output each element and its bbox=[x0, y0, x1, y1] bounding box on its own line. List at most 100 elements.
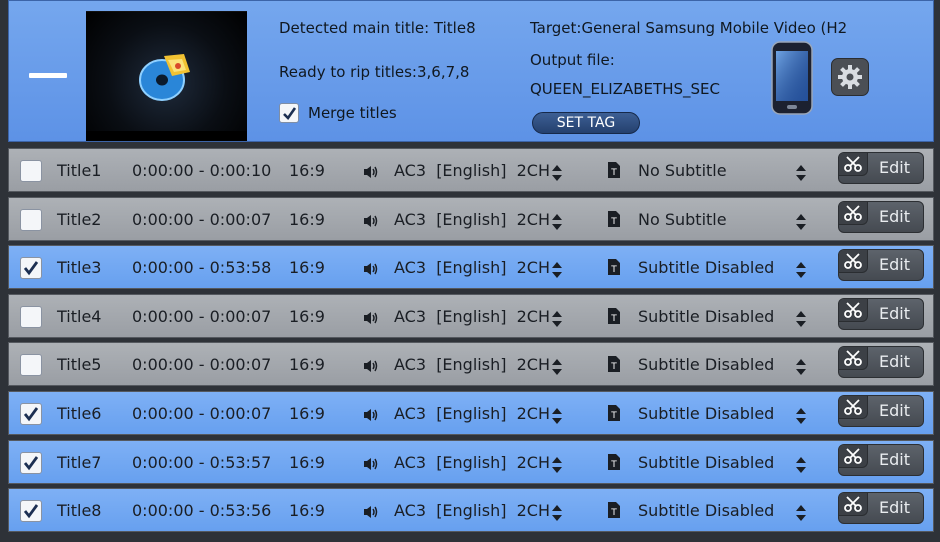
up-down-arrows-icon[interactable] bbox=[552, 359, 562, 379]
up-down-arrows-icon[interactable] bbox=[552, 262, 562, 282]
up-down-arrows-icon[interactable] bbox=[552, 165, 562, 185]
title-thumbnail bbox=[86, 11, 247, 141]
subtitle-icon: T bbox=[607, 307, 621, 329]
title-row-8[interactable]: Title8 0:00:00 - 0:53:56 16:9 AC3 [Engli… bbox=[8, 488, 934, 532]
title-row-7[interactable]: Title7 0:00:00 - 0:53:57 16:9 AC3 [Engli… bbox=[8, 440, 934, 484]
edit-button[interactable]: Edit bbox=[838, 346, 924, 378]
aspect-ratio: 16:9 bbox=[289, 501, 325, 520]
subtitle-track[interactable]: Subtitle Disabled bbox=[638, 355, 774, 374]
edit-button[interactable]: Edit bbox=[838, 298, 924, 330]
scissors-icon bbox=[839, 250, 868, 273]
title-row-5[interactable]: Title5 0:00:00 - 0:00:07 16:9 AC3 [Engli… bbox=[8, 342, 934, 386]
collapse-icon bbox=[29, 73, 67, 78]
up-down-arrows-icon[interactable] bbox=[796, 457, 806, 477]
phone-icon[interactable] bbox=[771, 41, 813, 119]
subtitle-icon: T bbox=[607, 453, 621, 475]
up-down-arrows-icon[interactable] bbox=[796, 408, 806, 428]
subtitle-track[interactable]: No Subtitle bbox=[638, 161, 727, 180]
title-row-6[interactable]: Title6 0:00:00 - 0:00:07 16:9 AC3 [Engli… bbox=[8, 391, 934, 435]
up-down-arrows-icon[interactable] bbox=[552, 214, 562, 234]
up-down-arrows-icon[interactable] bbox=[796, 262, 806, 282]
title-name: Title4 bbox=[57, 307, 102, 326]
edit-button[interactable]: Edit bbox=[838, 395, 924, 427]
subtitle-track[interactable]: Subtitle Disabled bbox=[638, 501, 774, 520]
subtitle-track[interactable]: No Subtitle bbox=[638, 210, 727, 229]
svg-text:T: T bbox=[610, 411, 617, 421]
title-name: Title1 bbox=[57, 161, 102, 180]
title-row-1[interactable]: Title1 0:00:00 - 0:00:10 16:9 AC3 [Engli… bbox=[8, 148, 934, 192]
up-down-arrows-icon[interactable] bbox=[796, 311, 806, 331]
svg-text:T: T bbox=[610, 460, 617, 470]
audio-track[interactable]: AC3 [English] 2CH bbox=[394, 307, 550, 326]
audio-track[interactable]: AC3 [English] 2CH bbox=[394, 501, 550, 520]
edit-label: Edit bbox=[879, 450, 910, 469]
checkmark-icon bbox=[23, 456, 39, 471]
subtitle-icon: T bbox=[607, 210, 621, 232]
edit-label: Edit bbox=[879, 401, 910, 420]
svg-text:T: T bbox=[610, 217, 617, 227]
title-checkbox[interactable] bbox=[20, 354, 42, 376]
collapse-button[interactable] bbox=[27, 57, 67, 93]
audio-track[interactable]: AC3 [English] 2CH bbox=[394, 210, 550, 229]
edit-button[interactable]: Edit bbox=[838, 201, 924, 233]
edit-button[interactable]: Edit bbox=[838, 492, 924, 524]
subtitle-track[interactable]: Subtitle Disabled bbox=[638, 307, 774, 326]
title-checkbox[interactable] bbox=[20, 500, 42, 522]
scissors-icon bbox=[839, 347, 868, 370]
output-file-name[interactable]: QUEEN_ELIZABETHS_SEC bbox=[530, 80, 733, 98]
audio-track[interactable]: AC3 [English] 2CH bbox=[394, 258, 550, 277]
set-tag-button[interactable]: SET TAG bbox=[532, 112, 640, 134]
title-duration: 0:00:00 - 0:00:07 bbox=[132, 307, 272, 326]
subtitle-track[interactable]: Subtitle Disabled bbox=[638, 404, 774, 423]
subtitle-icon: T bbox=[607, 258, 621, 280]
detected-main-title: Detected main title: Title8 bbox=[279, 19, 476, 37]
subtitle-icon: T bbox=[607, 355, 621, 377]
title-checkbox[interactable] bbox=[20, 209, 42, 231]
title-checkbox[interactable] bbox=[20, 452, 42, 474]
subtitle-track[interactable]: Subtitle Disabled bbox=[638, 453, 774, 472]
speaker-icon bbox=[363, 261, 379, 280]
up-down-arrows-icon[interactable] bbox=[552, 457, 562, 477]
merge-titles-checkbox[interactable] bbox=[279, 103, 299, 123]
title-checkbox[interactable] bbox=[20, 306, 42, 328]
title-checkbox[interactable] bbox=[20, 160, 42, 182]
title-row-4[interactable]: Title4 0:00:00 - 0:00:07 16:9 AC3 [Engli… bbox=[8, 294, 934, 338]
settings-button[interactable] bbox=[831, 58, 869, 96]
svg-text:T: T bbox=[610, 508, 617, 518]
aspect-ratio: 16:9 bbox=[289, 453, 325, 472]
title-name: Title8 bbox=[57, 501, 102, 520]
up-down-arrows-icon[interactable] bbox=[552, 311, 562, 331]
edit-button[interactable]: Edit bbox=[838, 152, 924, 184]
audio-track[interactable]: AC3 [English] 2CH bbox=[394, 404, 550, 423]
audio-track[interactable]: AC3 [English] 2CH bbox=[394, 453, 550, 472]
speaker-icon bbox=[363, 358, 379, 377]
title-checkbox[interactable] bbox=[20, 257, 42, 279]
scissors-icon bbox=[839, 202, 868, 225]
speaker-icon bbox=[363, 504, 379, 523]
up-down-arrows-icon[interactable] bbox=[796, 165, 806, 185]
title-name: Title7 bbox=[57, 453, 102, 472]
title-checkbox[interactable] bbox=[20, 403, 42, 425]
edit-button[interactable]: Edit bbox=[838, 249, 924, 281]
up-down-arrows-icon[interactable] bbox=[796, 359, 806, 379]
title-row-3[interactable]: Title3 0:00:00 - 0:53:58 16:9 AC3 [Engli… bbox=[8, 245, 934, 289]
title-row-2[interactable]: Title2 0:00:00 - 0:00:07 16:9 AC3 [Engli… bbox=[8, 197, 934, 241]
target-profile[interactable]: Target:General Samsung Mobile Video (H2 bbox=[530, 19, 847, 37]
audio-track[interactable]: AC3 [English] 2CH bbox=[394, 161, 550, 180]
up-down-arrows-icon[interactable] bbox=[552, 408, 562, 428]
audio-track[interactable]: AC3 [English] 2CH bbox=[394, 355, 550, 374]
svg-text:T: T bbox=[610, 362, 617, 372]
up-down-arrows-icon[interactable] bbox=[796, 505, 806, 525]
scissors-icon bbox=[839, 396, 868, 419]
edit-label: Edit bbox=[879, 498, 910, 517]
up-down-arrows-icon[interactable] bbox=[796, 214, 806, 234]
speaker-icon bbox=[363, 407, 379, 426]
speaker-icon bbox=[363, 310, 379, 329]
title-duration: 0:00:00 - 0:00:10 bbox=[132, 161, 272, 180]
up-down-arrows-icon[interactable] bbox=[552, 505, 562, 525]
svg-text:T: T bbox=[610, 314, 617, 324]
subtitle-track[interactable]: Subtitle Disabled bbox=[638, 258, 774, 277]
edit-label: Edit bbox=[879, 207, 910, 226]
subtitle-icon: T bbox=[607, 161, 621, 183]
edit-button[interactable]: Edit bbox=[838, 444, 924, 476]
